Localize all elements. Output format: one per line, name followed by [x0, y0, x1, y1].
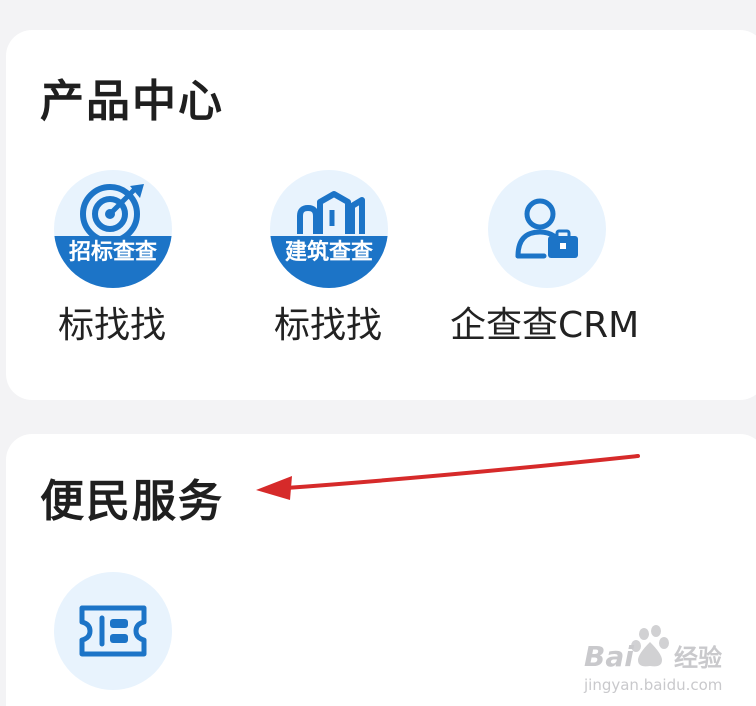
crm-user-icon [488, 170, 606, 288]
building-icon: 建筑查查 [270, 170, 388, 288]
app-biaozhaozhao-bid[interactable]: 招标查查 标找找 [54, 170, 194, 350]
app-label: 企查查CRM [450, 305, 640, 346]
app-biaozhaozhao-building[interactable]: 建筑查查 标找找 [270, 170, 410, 350]
product-center-card: 产品中心 招标查查 标找找 建筑查查 标找找 企查查CRM [6, 30, 756, 400]
app-label: 标找找 [58, 305, 167, 346]
icon-band-text: 建筑查查 [284, 240, 373, 265]
page: 产品中心 招标查查 标找找 建筑查查 标找找 企查查CRM 便民服务 Bai 经… [0, 0, 756, 706]
section-title-public-service: 便民服务 [40, 476, 224, 527]
bid-target-icon: 招标查查 [54, 170, 172, 288]
app-qichacha-crm[interactable]: 企查查CRM [446, 170, 666, 350]
app-label: 标找找 [274, 305, 383, 346]
app-ticket[interactable] [54, 572, 172, 690]
icon-band-text: 招标查查 [68, 240, 157, 265]
public-service-card: 便民服务 [6, 434, 756, 706]
ticket-icon [54, 572, 172, 690]
section-title-product-center: 产品中心 [40, 76, 224, 127]
